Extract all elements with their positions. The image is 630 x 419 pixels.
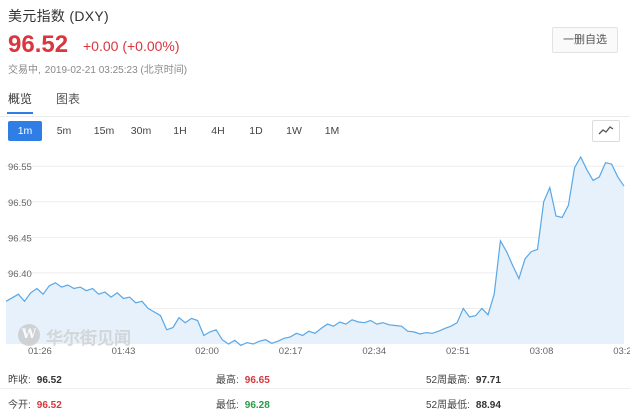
price-change: +0.00 (+0.00%) [83,38,180,54]
stat-52w-high: 52周最高: 97.71 [426,375,501,386]
stats-row: 昨收: 96.52 最高: 96.65 52周最高: 97.71 [0,366,630,389]
line-chart-icon [598,126,614,135]
remove-watchlist-button[interactable]: 一删自选 [552,27,618,53]
period-1h[interactable]: 1H [168,121,192,141]
wallstreetcn-logo-icon [18,324,40,346]
stat-low: 最低: 96.28 [216,400,270,411]
y-tick-label: 96.55 [8,162,32,173]
period-15m[interactable]: 15m [90,121,118,141]
period-1month[interactable]: 1M [320,121,344,141]
period-4h[interactable]: 4H [206,121,230,141]
stat-prev-close: 昨收: 96.52 [8,375,62,386]
tab-divider [0,116,630,117]
current-price: 96.52 [8,31,69,58]
x-tick-label: 03:2 [613,346,630,357]
x-tick-label: 02:17 [279,346,303,357]
y-tick-label: 96.45 [8,233,32,244]
tab-chart[interactable]: 图表 [56,90,80,107]
stats-row: 今开: 96.52 最低: 96.28 52周最低: 88.94 [0,391,630,413]
y-tick-label: 96.40 [8,269,32,280]
tab-overview[interactable]: 概览 [6,90,34,114]
trading-status: 交易中, 2019-02-21 03:25:23 (北京时间) [8,61,191,76]
period-30m[interactable]: 30m [126,121,156,141]
instrument-title: 美元指数 (DXY) [8,8,109,24]
x-tick-label: 02:51 [446,346,470,357]
x-tick-label: 02:34 [362,346,386,357]
quote-timestamp: 2019-02-21 03:25:23 (北京时间) [44,65,188,76]
period-1d[interactable]: 1D [244,121,268,141]
stat-high: 最高: 96.65 [216,375,270,386]
period-5m[interactable]: 5m [52,121,76,141]
period-1w[interactable]: 1W [282,121,306,141]
period-1m[interactable]: 1m [8,121,42,141]
x-tick-label: 02:00 [195,346,219,357]
tab-bar: 概览 图表 [0,88,630,114]
watermark-text: 华尔街见闻 [46,329,131,349]
status-label: 交易中, [8,65,41,76]
x-tick-label: 03:08 [530,346,554,357]
y-tick-label: 96.50 [8,198,32,209]
stat-52w-low: 52周最低: 88.94 [426,400,501,411]
stat-open: 今开: 96.52 [8,400,62,411]
chart-type-toggle[interactable] [592,120,620,142]
